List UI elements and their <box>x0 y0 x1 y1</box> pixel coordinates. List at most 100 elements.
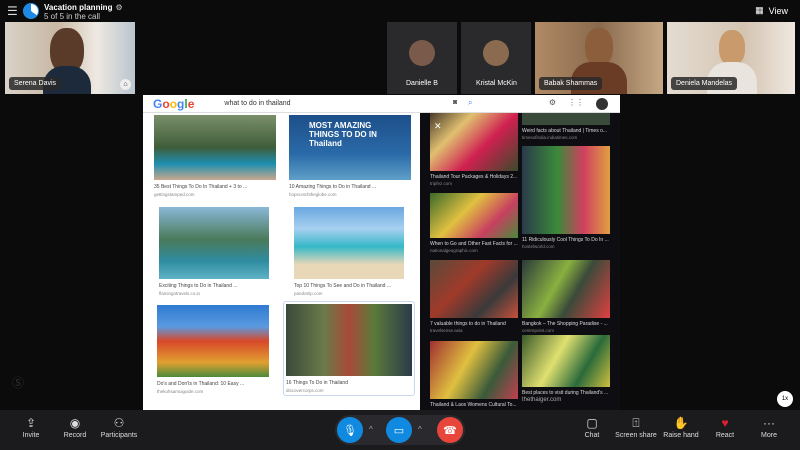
result-source: centrepoint.com <box>522 328 555 333</box>
record-icon: ◉ <box>69 416 81 430</box>
result-source: pandotrip.com <box>294 291 323 296</box>
screen-share-icon: ⍐ <box>632 416 640 430</box>
view-label: View <box>768 5 788 16</box>
participants-button[interactable]: ⚇ Participants <box>96 416 142 439</box>
call-title-text: Vacation planning <box>44 3 113 12</box>
close-icon[interactable]: ✕ <box>434 121 442 132</box>
result-title: Top 10 Things To See and Do in Thailand … <box>294 283 392 289</box>
chat-label: Chat <box>584 432 600 439</box>
search-icon[interactable]: ⌕ <box>468 98 472 108</box>
result-title: Bangkok – The Shopping Paradise - ... <box>522 321 608 327</box>
result-title: When to Go and Other Fast Facts for ... <box>430 241 518 247</box>
image-results-left: 35 Best Things To Do In Thailand + 3 to … <box>143 113 420 410</box>
call-toolbar: ⇪ Invite ◉ Record ⚇ Participants 🎙 ^ ▭ ^ ☎ … <box>0 410 800 450</box>
skype-logo-icon: Ⓢ <box>12 376 25 390</box>
raise-hand-button[interactable]: ✋ Raise hand <box>662 416 700 439</box>
image-result[interactable]: When to Go and Other Fast Facts for ... n… <box>430 193 518 253</box>
result-source: nationalgeographic.com <box>430 248 478 253</box>
group-avatar <box>23 3 39 19</box>
participants-label: Participants <box>100 432 138 439</box>
image-result[interactable]: MOST AMAZING THINGS TO DO IN Thailand 10 … <box>289 115 411 197</box>
result-source: hostelworld.com <box>522 244 555 249</box>
participant-tile-danielle[interactable]: Danielle B <box>387 22 457 94</box>
settings-gear-icon[interactable]: ⚙ <box>115 3 122 12</box>
chat-button[interactable]: ▢ Chat <box>580 416 604 439</box>
chat-icon: ▢ <box>586 416 598 430</box>
image-result[interactable]: Thailand & Laos Womens Cultural To... <box>430 341 518 408</box>
hang-up-icon: ☎ <box>443 424 457 437</box>
settings-icon[interactable]: ⚙ <box>549 98 556 110</box>
mic-options-chevron-icon[interactable]: ^ <box>369 425 373 434</box>
shared-screen: Google what to do in thailand ◙ ⌕ ⚙ ⋮⋮ 35… <box>143 95 620 410</box>
image-result[interactable]: 7 valuable things to do in Thailand trave… <box>430 260 518 333</box>
microphone-button[interactable]: 🎙 <box>337 417 363 443</box>
google-search-bar: Google what to do in thailand ◙ ⌕ ⚙ ⋮⋮ <box>143 95 620 113</box>
raise-hand-label: Raise hand <box>663 432 699 439</box>
screen-share-label: Screen share <box>615 432 657 439</box>
image-result[interactable]: Do's and Don'ts in Thailand: 10 Easy ...… <box>157 305 269 394</box>
camera-button[interactable]: ▭ <box>386 417 412 443</box>
pin-icon[interactable]: ⌂ <box>120 79 131 90</box>
result-title: 16 Things To Do in Thailand <box>286 380 348 386</box>
invite-button[interactable]: ⇪ Invite <box>18 416 44 439</box>
result-source: thethaiger.com <box>522 397 562 403</box>
result-title: Weird facts about Thailand | Times o... <box>522 128 608 134</box>
result-title: Do's and Don'ts in Thailand: 10 Easy ... <box>157 381 245 387</box>
video-camera-icon: ▭ <box>393 424 405 437</box>
image-result[interactable]: Exciting Things to Do in Thailand ... fla… <box>159 207 269 296</box>
image-result[interactable]: Top 10 Things To See and Do in Thailand … <box>294 207 404 296</box>
share-icon: ⇪ <box>25 416 37 430</box>
result-source: hopscotchtheglobe.com <box>289 192 337 197</box>
google-logo: Google <box>153 96 195 111</box>
result-source: tripfez.com <box>430 181 453 186</box>
participant-name: Serena Davis <box>9 77 62 90</box>
image-result[interactable]: 35 Best Things To Do In Thailand + 3 to … <box>154 115 276 197</box>
image-result[interactable]: Best places to visit during Thailand's .… <box>522 335 610 404</box>
result-source: gettingstamped.com <box>154 192 195 197</box>
more-button[interactable]: ··· More <box>756 416 782 439</box>
participants-icon: ⚇ <box>113 416 125 430</box>
screen-share-button[interactable]: ⍐ Screen share <box>614 416 658 439</box>
call-header: ☰ Vacation planning ⚙ 5 of 5 in the call … <box>0 0 800 22</box>
react-button[interactable]: ♥ React <box>712 416 738 439</box>
camera-options-chevron-icon[interactable]: ^ <box>418 425 422 434</box>
result-title: Thailand & Laos Womens Cultural To... <box>430 402 517 408</box>
record-button[interactable]: ◉ Record <box>60 416 90 439</box>
participant-video <box>585 28 613 66</box>
hamburger-menu-icon[interactable]: ☰ <box>7 4 19 18</box>
participant-tile-kristal[interactable]: Kristal McKin <box>461 22 531 94</box>
image-result[interactable]: Weird facts about Thailand | Times o... t… <box>522 113 610 140</box>
participant-tile-serena[interactable]: Serena Davis ⌂ <box>5 22 135 94</box>
image-results-right: ✕ Thailand Tour Packages & Holidays 2...… <box>420 113 620 410</box>
image-result[interactable]: 11 Ridiculously Cool Things To Do In ...… <box>522 146 610 249</box>
search-query[interactable]: what to do in thailand <box>224 100 290 107</box>
raise-hand-icon: ✋ <box>673 416 689 430</box>
apps-icon[interactable]: ⋮⋮ <box>568 98 584 110</box>
result-source: travelsense.asia <box>430 328 463 333</box>
react-label: React <box>715 432 735 439</box>
result-source: thekohsamuiguide.com <box>157 389 204 394</box>
result-title: Thailand Tour Packages & Holidays 2... <box>430 174 518 180</box>
participant-tile-babak[interactable]: Babak Shammas <box>535 22 663 94</box>
image-result-selected[interactable]: 16 Things To Do in Thailand discovercorps… <box>283 301 415 396</box>
result-title: 35 Best Things To Do In Thailand + 3 to … <box>154 184 248 190</box>
view-button[interactable]: ▦ View <box>755 5 788 16</box>
more-label: More <box>761 432 777 439</box>
result-title: 10 Amazing Things to Do in Thailand ... <box>289 184 377 190</box>
zoom-level-button[interactable]: 1x <box>777 391 793 407</box>
image-overlay-text: MOST AMAZING THINGS TO DO IN Thailand <box>309 121 377 148</box>
result-title: Exciting Things to Do in Thailand ... <box>159 283 238 289</box>
image-result[interactable]: Thailand Tour Packages & Holidays 2... tr… <box>430 113 518 186</box>
result-title: 7 valuable things to do in Thailand <box>430 321 506 327</box>
participant-count: 5 of 5 in the call <box>44 12 101 21</box>
participant-tile-deniela[interactable]: Deniela Mandelas <box>667 22 795 94</box>
participant-name: Danielle B <box>406 80 438 87</box>
result-source: flamingotravels.co.in <box>159 291 201 296</box>
camera-icon[interactable]: ◙ <box>453 99 457 106</box>
image-result[interactable]: Bangkok – The Shopping Paradise - ... cen… <box>522 260 610 333</box>
account-avatar[interactable] <box>596 98 608 110</box>
hang-up-button[interactable]: ☎ <box>437 417 463 443</box>
heart-icon: ♥ <box>721 416 729 430</box>
record-label: Record <box>63 432 87 439</box>
participant-name: Kristal McKin <box>476 80 517 87</box>
